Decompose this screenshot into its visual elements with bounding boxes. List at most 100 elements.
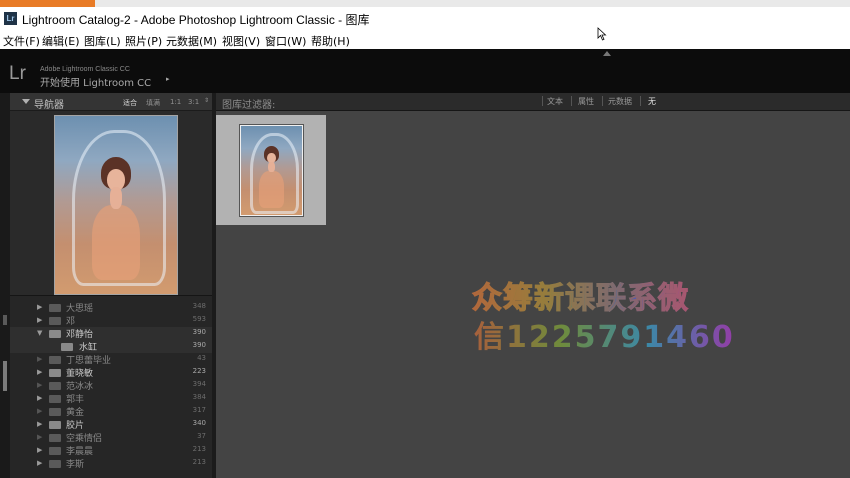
identity-plate: Lr Adobe Lightroom Classic CC 开始使用 Light… [0, 49, 850, 93]
collapse-arrow-icon[interactable]: ▼ [37, 329, 42, 337]
folder-item[interactable]: ▶ 董晓敏 223 [10, 366, 212, 379]
expand-arrow-icon[interactable]: ▶ [37, 459, 42, 467]
filter-tab-attribute[interactable]: 属性 [578, 96, 594, 107]
lr-logo: Lr [9, 63, 26, 84]
folder-icon [49, 434, 61, 442]
folder-count: 43 [197, 354, 206, 362]
folder-icon [49, 317, 61, 325]
folder-label: 大思瑶 [66, 304, 94, 314]
folder-label: 邓 [66, 317, 76, 327]
folder-item[interactable]: ▶ 李斯 213 [10, 457, 212, 470]
folder-count: 348 [192, 302, 206, 310]
window-title: Lightroom Catalog-2 - Adobe Photoshop Li… [22, 13, 370, 27]
zoom-fit[interactable]: 适合 [123, 98, 137, 108]
expand-arrow-icon[interactable]: ▶ [37, 394, 42, 402]
folder-count: 394 [192, 380, 206, 388]
folder-label: 水缸 [79, 343, 98, 353]
navigator-preview[interactable] [10, 111, 212, 296]
folder-label: 黄金 [66, 408, 85, 418]
watermark-line-1: 众筹新课联系微 [472, 273, 689, 317]
lightroom-app-icon: Lr [4, 12, 17, 25]
filter-separator [542, 96, 543, 106]
menu-photo[interactable]: 照片(P) [125, 33, 162, 49]
folder-icon [49, 382, 61, 390]
folder-icon [49, 369, 61, 377]
menu-library[interactable]: 图库(L) [84, 33, 121, 49]
folder-icon [49, 356, 61, 364]
folder-item[interactable]: 水缸 390 [10, 340, 212, 353]
photo-thumbnail[interactable] [240, 125, 303, 216]
taskbar-active-app[interactable] [0, 0, 95, 7]
folder-item[interactable]: ▶ 空乘情侣 37 [10, 431, 212, 444]
menu-help[interactable]: 帮助(H) [311, 33, 350, 49]
taskbar-strip [0, 0, 850, 7]
folder-count: 384 [192, 393, 206, 401]
folder-icon [49, 421, 61, 429]
folder-item[interactable]: ▶ 邓 593 [10, 314, 212, 327]
folder-count: 593 [192, 315, 206, 323]
expand-arrow-icon[interactable]: ▶ [37, 446, 42, 454]
collapse-top-panel-icon[interactable] [603, 51, 611, 56]
menu-edit[interactable]: 编辑(E) [42, 33, 80, 49]
folder-label: 丁思蕾毕业 [66, 356, 112, 366]
folder-item[interactable]: ▶ 范冰冰 394 [10, 379, 212, 392]
expand-arrow-icon[interactable]: ▶ [37, 433, 42, 441]
zoom-stepper-icon[interactable]: ⇕ [204, 97, 209, 104]
menu-view[interactable]: 视图(V) [222, 33, 260, 49]
folder-count: 390 [192, 341, 206, 349]
filter-tab-none[interactable]: 无 [648, 96, 656, 107]
folder-label: 胶片 [66, 421, 85, 431]
folder-label: 李斯 [66, 460, 85, 470]
expand-arrow-icon[interactable]: ▶ [37, 316, 42, 324]
library-filter-bar: 图库过滤器: 文本 属性 元数据 无 [216, 93, 850, 111]
menu-metadata[interactable]: 元数据(M) [166, 33, 217, 49]
left-panel-toggle-icon[interactable] [3, 315, 7, 325]
folder-count: 317 [192, 406, 206, 414]
folder-count: 37 [197, 432, 206, 440]
expand-arrow-icon[interactable]: ▶ [37, 303, 42, 311]
filter-separator [571, 96, 572, 106]
folder-item[interactable]: ▶ 丁思蕾毕业 43 [10, 353, 212, 366]
watermark-line-2: 信1225791460 [474, 312, 735, 356]
zoom-fill[interactable]: 填满 [146, 98, 160, 108]
folder-icon [49, 460, 61, 468]
navigator-header[interactable]: 导航器 适合 填满 1:1 3:1 ⇕ [10, 93, 212, 111]
folder-item[interactable]: ▶ 郭丰 384 [10, 392, 212, 405]
identity-text[interactable]: 开始使用 Lightroom CC [40, 74, 151, 89]
play-arrow-icon[interactable]: ▸ [166, 75, 170, 83]
menu-window[interactable]: 窗口(W) [265, 33, 306, 49]
folder-item[interactable]: ▶ 李晨晨 213 [10, 444, 212, 457]
filter-tab-text[interactable]: 文本 [547, 96, 563, 107]
expand-arrow-icon[interactable]: ▶ [37, 355, 42, 363]
folder-count: 390 [192, 328, 206, 336]
folder-item[interactable]: ▶ 黄金 317 [10, 405, 212, 418]
folder-icon [61, 343, 73, 351]
filter-tab-metadata[interactable]: 元数据 [608, 96, 632, 107]
folder-list: ▶ 大思瑶 348 ▶ 邓 593 ▼ 邓静怡 390 水缸 390 ▶ 丁思蕾… [10, 301, 212, 478]
folder-icon [49, 447, 61, 455]
folder-label: 郭丰 [66, 395, 85, 405]
navigator-collapse-icon[interactable] [22, 99, 30, 104]
filter-separator [640, 96, 641, 106]
left-scroll-thumb[interactable] [3, 361, 7, 391]
zoom-3-1[interactable]: 3:1 [188, 98, 199, 106]
folder-item[interactable]: ▼ 邓静怡 390 [10, 327, 212, 340]
folder-label: 空乘情侣 [66, 434, 103, 444]
expand-arrow-icon[interactable]: ▶ [37, 420, 42, 428]
folder-item[interactable]: ▶ 胶片 340 [10, 418, 212, 431]
filter-separator [602, 96, 603, 106]
expand-arrow-icon[interactable]: ▶ [37, 381, 42, 389]
left-panel-edge[interactable] [0, 93, 10, 478]
folder-label: 邓静怡 [66, 330, 94, 340]
expand-arrow-icon[interactable]: ▶ [37, 407, 42, 415]
expand-arrow-icon[interactable]: ▶ [37, 368, 42, 376]
navigator-photo[interactable] [54, 115, 178, 295]
grid-cell-selected[interactable] [216, 115, 326, 225]
folder-item[interactable]: ▶ 大思瑶 348 [10, 301, 212, 314]
title-bar: Lr Lightroom Catalog-2 - Adobe Photoshop… [0, 7, 850, 31]
folder-count: 340 [192, 419, 206, 427]
folder-icon [49, 395, 61, 403]
zoom-1-1[interactable]: 1:1 [170, 98, 181, 106]
folder-label: 董晓敏 [66, 369, 94, 379]
menu-file[interactable]: 文件(F) [3, 33, 40, 49]
